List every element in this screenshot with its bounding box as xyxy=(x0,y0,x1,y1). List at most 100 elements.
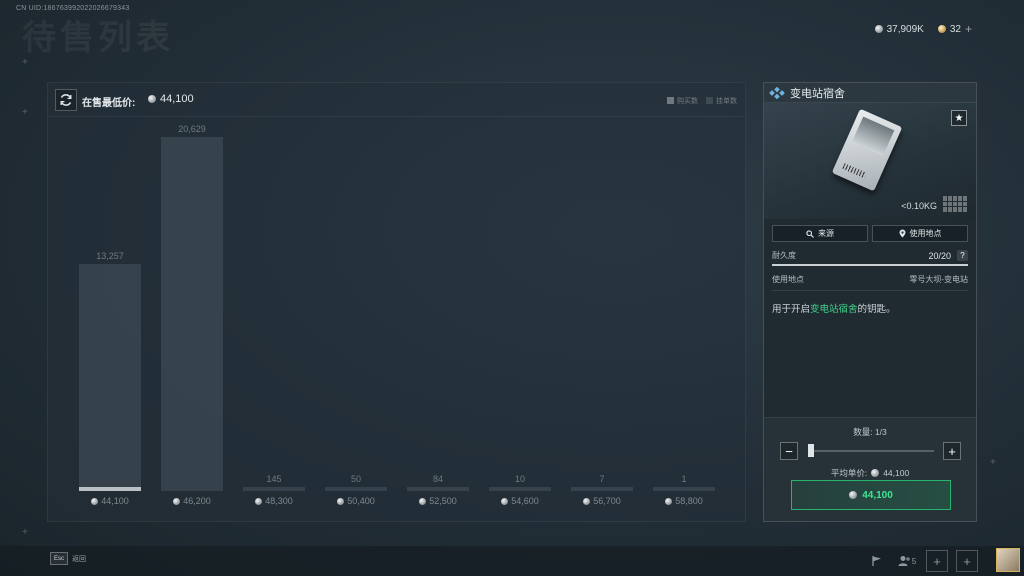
bar-price-text: 46,200 xyxy=(183,496,211,506)
quantity-slider-handle[interactable] xyxy=(808,444,814,457)
item-header: 变电站宿舍 xyxy=(764,83,976,103)
keycard-image xyxy=(831,108,903,192)
use-location-button-label: 使用地点 xyxy=(909,229,942,238)
bar-value-label: 10 xyxy=(514,474,525,484)
page-title: 待售列表 xyxy=(22,19,174,57)
bar-0[interactable] xyxy=(79,263,141,491)
bar-1[interactable] xyxy=(161,137,223,491)
buy-button-price: 44,100 xyxy=(862,489,893,501)
increase-quantity-button[interactable]: + xyxy=(943,442,961,460)
balance: 37,909K xyxy=(874,24,924,35)
add-currency-button[interactable]: + xyxy=(965,22,972,36)
decor-cross: + xyxy=(990,457,996,468)
price-distribution-panel: 在售最低价: 44,100 购买数 挂单数 13,257 44,100 20,629… xyxy=(47,82,746,522)
desc-suffix: 的钥匙。 xyxy=(857,304,896,315)
search-icon xyxy=(806,229,814,238)
team-icon xyxy=(898,556,910,566)
silver-coin-icon xyxy=(849,491,858,499)
bar-highlight xyxy=(79,487,141,491)
premium-currency[interactable]: 32 + xyxy=(937,22,972,36)
durability-row: 耐久度 20/20 ? xyxy=(764,250,976,261)
item-image: ★ <0.10KG xyxy=(764,103,976,219)
bar-value-label: 84 xyxy=(432,474,443,484)
bar-price-text: 54,600 xyxy=(511,496,539,506)
source-button-label: 来源 xyxy=(818,229,834,238)
item-detail-panel: 变电站宿舍 ★ <0.10KG 来源 使用地点 耐久度 20/20 ? 使用地点… xyxy=(763,82,977,522)
legend-swatch-buy xyxy=(667,97,674,104)
silver-coin-icon xyxy=(874,25,883,33)
add-slot-button-2[interactable]: + xyxy=(956,550,978,572)
chart-header: 在售最低价: 44,100 购买数 挂单数 xyxy=(48,83,745,117)
bottom-bar: Esc 返回 5 + + xyxy=(0,546,1024,576)
bar-value-label: 145 xyxy=(266,474,282,484)
use-location-label: 使用地点 xyxy=(772,275,804,284)
bar-2[interactable] xyxy=(243,487,305,491)
avatar[interactable] xyxy=(996,548,1020,572)
legend-buy-label: 购买数 xyxy=(677,98,698,105)
flag-icon[interactable] xyxy=(866,550,888,572)
add-slot-button-1[interactable]: + xyxy=(926,550,948,572)
bar-price-label: 54,600 xyxy=(480,496,560,506)
silver-coin-icon xyxy=(148,95,156,103)
chart-legend: 购买数 挂单数 xyxy=(667,96,737,106)
team-count: 5 xyxy=(911,556,917,566)
bar-price-label: 44,100 xyxy=(70,496,150,506)
durability-value: 20/20 xyxy=(928,250,951,261)
silver-coin-icon xyxy=(665,497,673,505)
avg-price-value: 44,100 xyxy=(883,468,910,478)
bar-chart: 13,257 44,100 20,629 46,200 145 48,300 50 50,40… xyxy=(48,117,745,523)
back-button[interactable]: Esc 返回 xyxy=(50,552,86,565)
bar-price-label: 58,800 xyxy=(644,496,724,506)
min-price: 44,100 xyxy=(148,93,194,105)
decrease-quantity-button[interactable]: − xyxy=(780,442,798,460)
favorite-button[interactable]: ★ xyxy=(951,110,967,126)
bar-4[interactable] xyxy=(407,487,469,491)
bar-7[interactable] xyxy=(653,487,715,491)
bar-price-text: 58,800 xyxy=(675,496,703,506)
item-action-row: 来源 使用地点 xyxy=(764,219,976,242)
currency-bar: 37,909K 32 + xyxy=(874,22,972,36)
refresh-button[interactable] xyxy=(55,89,77,111)
bar-price-label: 50,400 xyxy=(316,496,396,506)
refresh-icon xyxy=(60,94,72,106)
silver-coin-icon xyxy=(173,497,181,505)
gold-coin-icon xyxy=(937,25,946,33)
bar-value-label: 1 xyxy=(681,474,687,484)
bar-price-text: 56,700 xyxy=(593,496,621,506)
silver-coin-icon xyxy=(337,497,345,505)
avg-price: 平均单价: 44,100 xyxy=(764,467,976,479)
desc-prefix: 用于开启 xyxy=(772,304,811,315)
use-location-value: 零号大坝-变电站 xyxy=(909,275,968,284)
item-category-icon xyxy=(769,86,785,99)
premium-value: 32 xyxy=(949,23,961,35)
bar-price-text: 52,500 xyxy=(429,496,457,506)
bar-value-label: 20,629 xyxy=(178,124,206,135)
bar-6[interactable] xyxy=(571,487,633,491)
bar-price-label: 48,300 xyxy=(234,496,314,506)
silver-coin-icon xyxy=(501,497,509,505)
back-label: 返回 xyxy=(72,555,86,563)
buy-button[interactable]: 44,100 xyxy=(791,480,951,510)
use-location-button[interactable]: 使用地点 xyxy=(872,225,968,242)
help-button[interactable]: ? xyxy=(957,250,968,261)
silver-coin-icon xyxy=(871,469,880,477)
quantity-label: 数量: 1/3 xyxy=(853,427,887,437)
bar-price-label: 46,200 xyxy=(152,496,232,506)
decor-cross: + xyxy=(22,57,28,68)
item-weight: <0.10KG xyxy=(901,201,937,211)
decor-cross: + xyxy=(22,527,28,538)
legend-listed: 挂单数 xyxy=(706,96,737,106)
bar-3[interactable] xyxy=(325,487,387,491)
bar-value-label: 7 xyxy=(599,474,605,484)
quantity-slider[interactable] xyxy=(808,450,934,452)
avg-price-label: 平均单价: xyxy=(830,468,868,478)
bar-price-label: 56,700 xyxy=(562,496,642,506)
team-button[interactable]: 5 xyxy=(896,550,918,572)
item-name: 变电站宿舍 xyxy=(790,87,845,100)
bar-5[interactable] xyxy=(489,487,551,491)
legend-swatch-listed xyxy=(706,97,713,104)
bar-value-label: 13,257 xyxy=(96,250,124,261)
bar-price-label: 52,500 xyxy=(398,496,478,506)
source-button[interactable]: 来源 xyxy=(772,225,868,242)
purchase-area: 数量: 1/3 − + 平均单价: 44,100 44,100 xyxy=(764,417,976,521)
